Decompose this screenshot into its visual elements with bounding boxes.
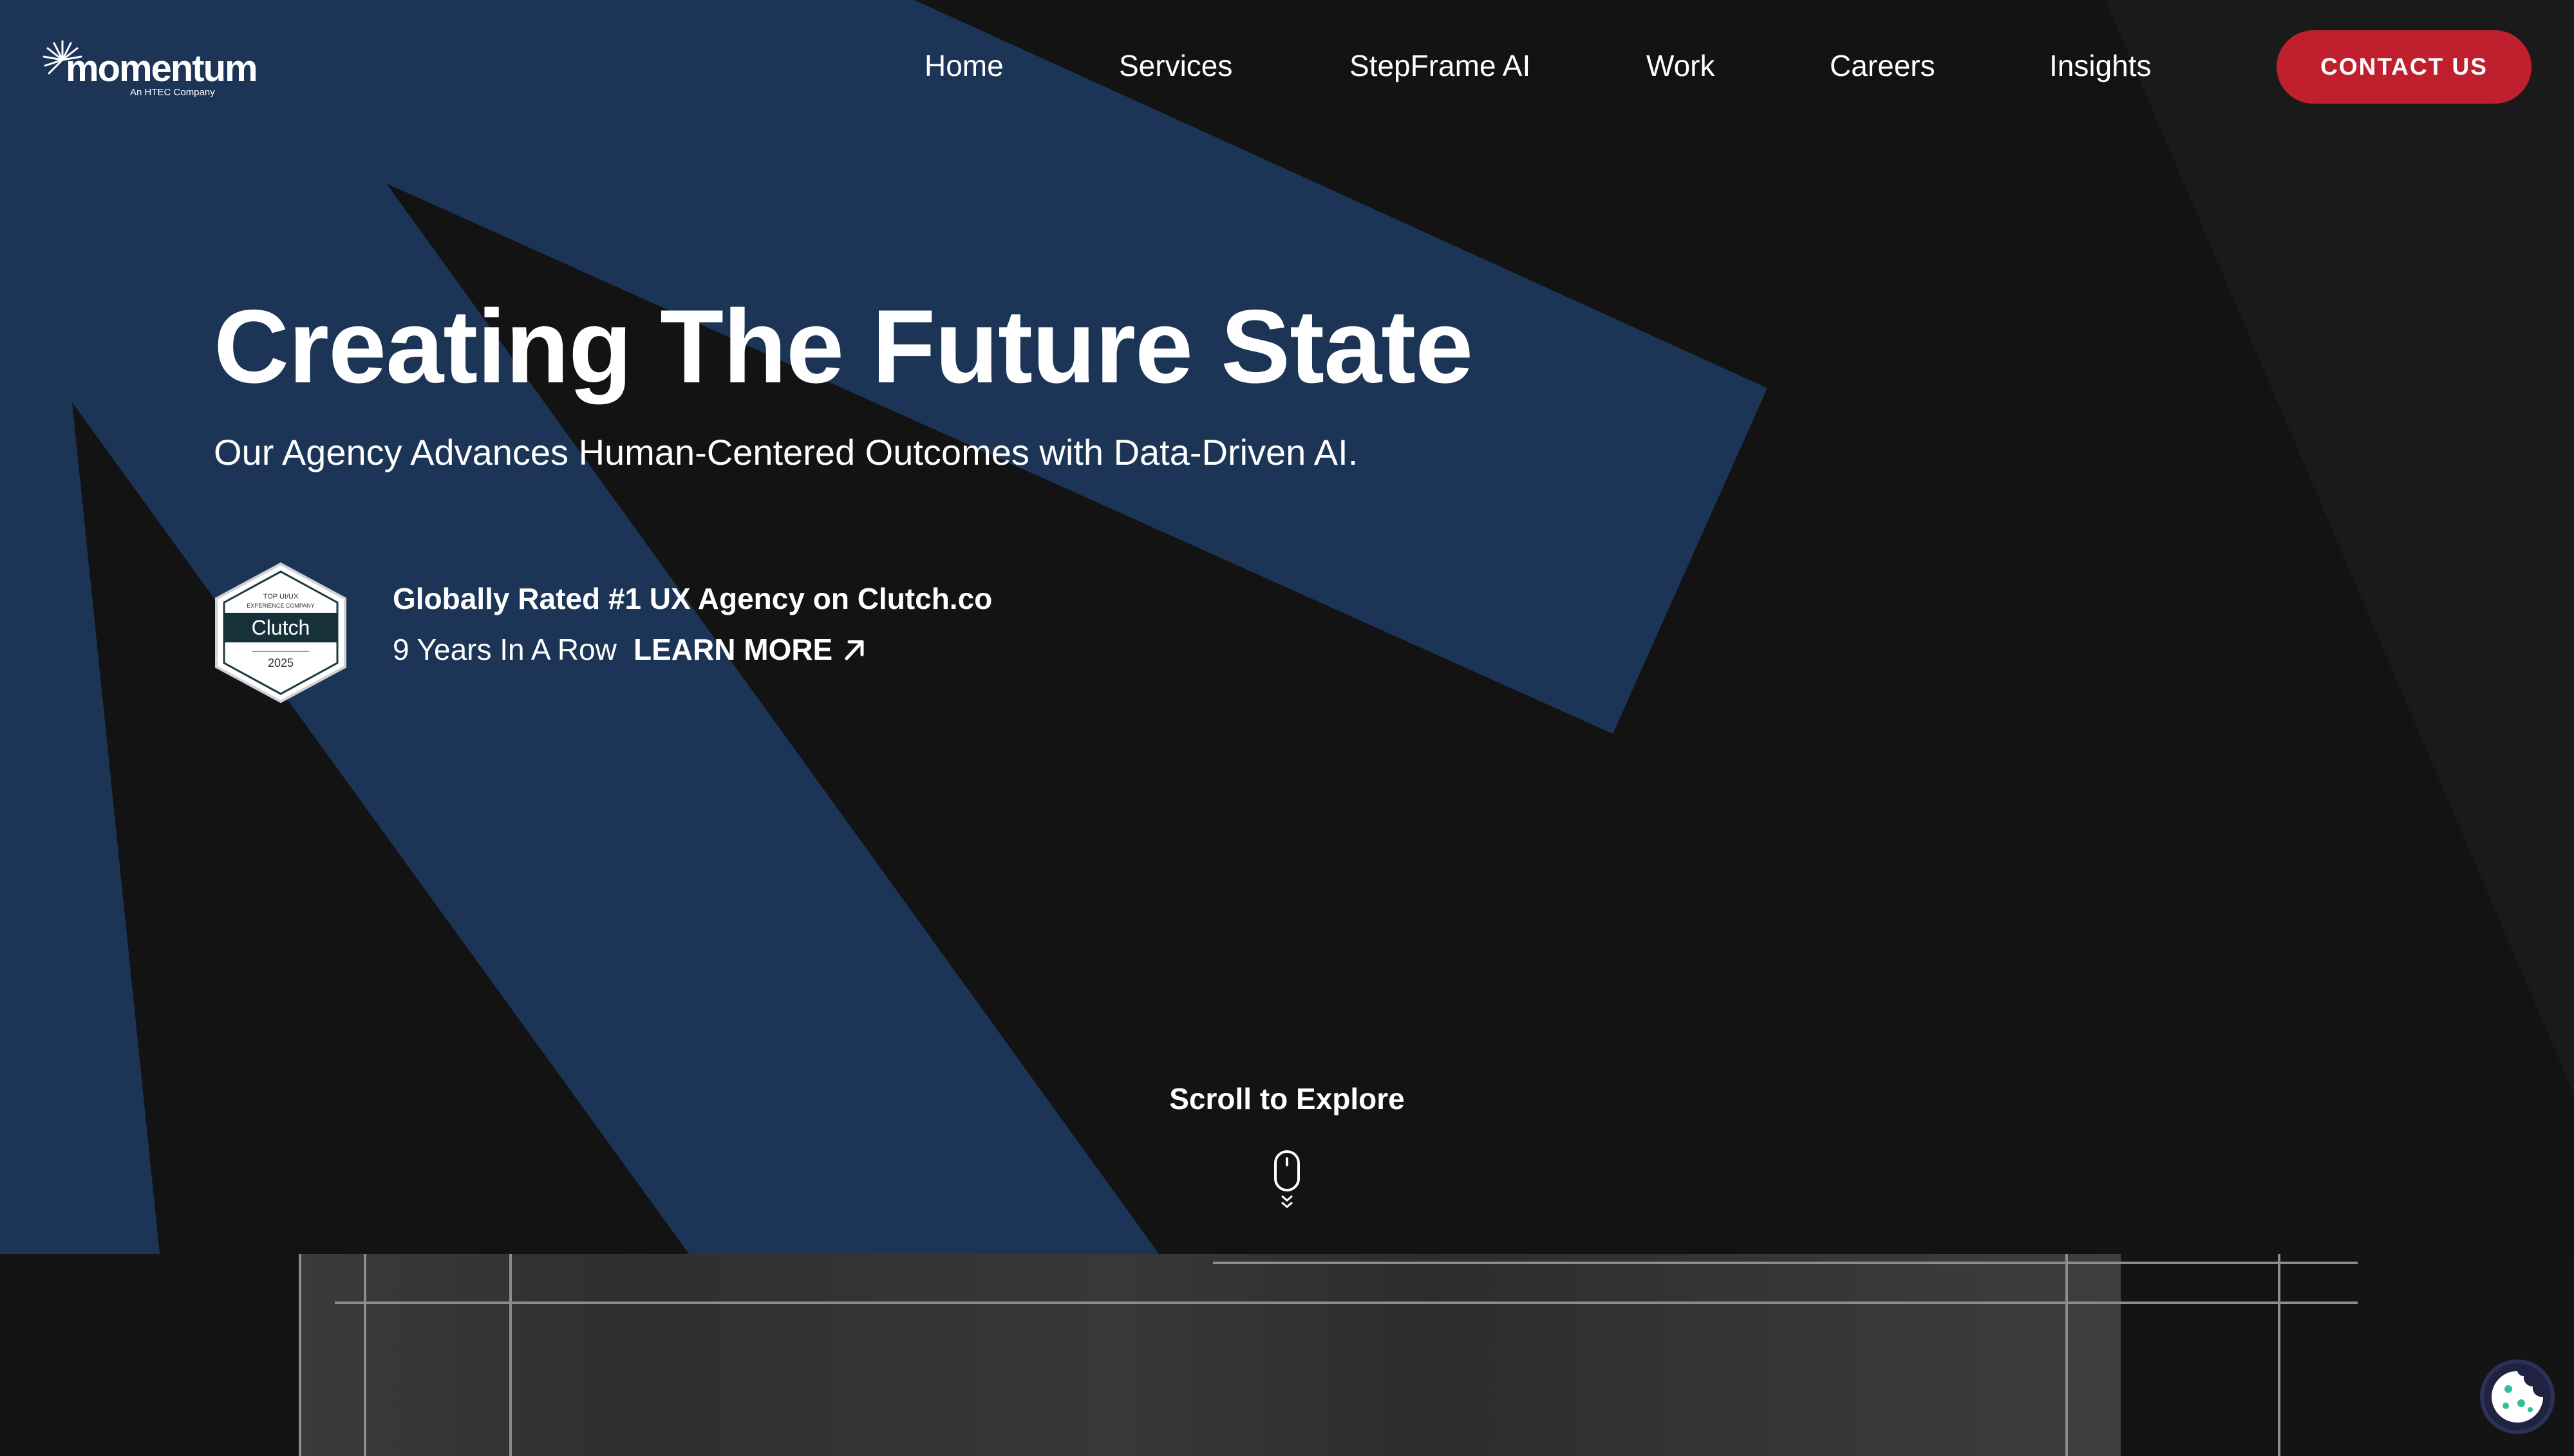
award-subtitle: 9 Years In A Row: [393, 633, 617, 666]
nav-work[interactable]: Work: [1646, 46, 1715, 85]
logo-wordmark: momentum: [66, 48, 258, 89]
grid-line: [1213, 1262, 2358, 1264]
nav-insights[interactable]: Insights: [2049, 46, 2152, 85]
nav-services[interactable]: Services: [1119, 46, 1232, 85]
mouse-scroll-icon[interactable]: [1273, 1150, 1301, 1211]
grid-line: [2065, 1254, 2068, 1456]
scroll-to-explore-label[interactable]: Scroll to Explore: [1046, 1081, 1528, 1116]
nav-home[interactable]: Home: [925, 46, 1004, 85]
arrow-up-right-icon: [845, 640, 864, 660]
grid-line: [2278, 1254, 2280, 1456]
grid-line: [335, 1302, 2358, 1304]
hero-section: momentum An HTEC Company Home Services S…: [0, 0, 2574, 1254]
nav-careers[interactable]: Careers: [1830, 46, 1935, 85]
grid-line: [509, 1254, 512, 1456]
preview-image: [299, 1254, 2121, 1456]
contact-us-button[interactable]: CONTACT US: [2277, 30, 2532, 104]
badge-brand: Clutch: [252, 616, 310, 639]
clutch-award-badge[interactable]: TOP UI/UX EXPERIENCE COMPANY Clutch 2025: [214, 561, 348, 704]
background-shapes: [0, 0, 2574, 1254]
grid-line: [299, 1254, 301, 1456]
badge-year: 2025: [268, 657, 294, 669]
badge-second-line: EXPERIENCE COMPANY: [247, 602, 314, 609]
momentum-logo[interactable]: momentum An HTEC Company: [40, 37, 258, 99]
cookie-icon: [2492, 1371, 2543, 1423]
hero-headline: Creating The Future State: [214, 288, 1473, 405]
grid-line: [364, 1254, 366, 1456]
nav-stepframe-ai[interactable]: StepFrame AI: [1349, 46, 1530, 85]
hero-subheadline: Our Agency Advances Human-Centered Outco…: [214, 432, 1358, 472]
next-section-preview: [0, 1254, 2574, 1456]
logo-tagline: An HTEC Company: [130, 87, 215, 98]
learn-more-link[interactable]: LEARN MORE: [634, 632, 867, 667]
cookie-settings-button[interactable]: [2480, 1359, 2555, 1434]
badge-top-line: TOP UI/UX: [263, 593, 299, 601]
award-title: Globally Rated #1 UX Agency on Clutch.co: [393, 582, 993, 615]
learn-more-label: LEARN MORE: [634, 633, 833, 666]
